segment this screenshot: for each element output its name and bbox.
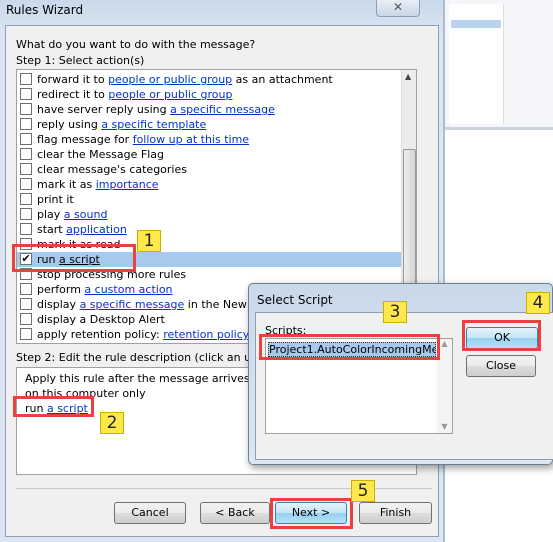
checkbox[interactable] <box>20 103 32 115</box>
action-item[interactable]: have server reply using a specific messa… <box>17 102 401 117</box>
checkbox[interactable] <box>20 328 32 340</box>
action-item[interactable]: play a sound <box>17 207 401 222</box>
checkbox[interactable] <box>20 148 32 160</box>
action-text: forward it to <box>37 73 109 86</box>
checkbox[interactable] <box>20 133 32 145</box>
action-text: reply using <box>37 118 102 131</box>
action-link[interactable]: a custom action <box>84 283 172 296</box>
checkbox[interactable] <box>20 88 32 100</box>
close-icon: ✕ <box>392 0 404 14</box>
finish-button[interactable]: Finish <box>359 502 432 524</box>
checkbox[interactable] <box>20 283 32 295</box>
action-link[interactable]: people or public group <box>108 73 232 86</box>
action-item[interactable]: clear the Message Flag <box>17 147 401 162</box>
action-item[interactable]: redirect it to people or public group <box>17 87 401 102</box>
action-text: print it <box>37 193 74 206</box>
action-text: display <box>37 298 80 311</box>
dialog-title: Select Script <box>257 293 333 307</box>
checkbox[interactable] <box>20 298 32 310</box>
window-title: Rules Wizard <box>6 3 84 17</box>
annotation-box-4 <box>462 320 541 351</box>
back-button[interactable]: < Back <box>200 502 270 524</box>
checkbox[interactable] <box>20 193 32 205</box>
checkbox[interactable] <box>20 223 32 235</box>
action-item[interactable]: reply using a specific template <box>17 117 401 132</box>
annotation-badge-5: 5 <box>351 480 375 502</box>
checkbox[interactable] <box>20 163 32 175</box>
step2-label: Step 2: Edit the rule description (click… <box>16 351 248 364</box>
action-text: as an attachment <box>232 73 333 86</box>
annotation-badge-1: 1 <box>137 230 161 252</box>
action-link[interactable]: a specific message <box>80 298 185 311</box>
action-item[interactable]: mark it as importance <box>17 177 401 192</box>
action-link[interactable]: people or public group <box>108 88 232 101</box>
action-text: play <box>37 208 64 221</box>
checkbox[interactable] <box>20 313 32 325</box>
scroll-up-icon[interactable]: ▲ <box>405 72 411 81</box>
background-window <box>445 0 553 130</box>
close-button[interactable]: ✕ <box>376 0 420 17</box>
step1-label: Step 1: Select action(s) <box>16 54 145 67</box>
action-text: redirect it to <box>37 88 109 101</box>
checkbox[interactable] <box>20 73 32 85</box>
question-label: What do you want to do with the message? <box>16 38 256 51</box>
action-text: clear the Message Flag <box>37 148 164 161</box>
action-item[interactable]: print it <box>17 192 401 207</box>
action-link[interactable]: a specific message <box>170 103 275 116</box>
action-text: flag message for <box>37 133 133 146</box>
annotation-box-5 <box>270 498 353 529</box>
action-text: have server reply using <box>37 103 171 116</box>
action-text: start <box>37 223 67 236</box>
action-item[interactable]: clear message's categories <box>17 162 401 177</box>
annotation-badge-3: 3 <box>383 301 407 323</box>
action-text: perform <box>37 283 85 296</box>
action-link[interactable]: a specific template <box>101 118 206 131</box>
action-text: apply retention policy: <box>37 328 164 341</box>
action-item[interactable]: flag message for follow up at this time <box>17 132 401 147</box>
checkbox[interactable] <box>20 208 32 220</box>
checkbox[interactable] <box>20 118 32 130</box>
checkbox[interactable] <box>20 178 32 190</box>
close-dialog-button[interactable]: Close <box>466 355 536 377</box>
action-link[interactable]: application <box>66 223 127 236</box>
action-item[interactable]: forward it to people or public group as … <box>17 72 401 87</box>
action-link[interactable]: follow up at this time <box>133 133 249 146</box>
annotation-box-3 <box>259 334 440 360</box>
action-link[interactable]: a sound <box>64 208 108 221</box>
annotation-box-2 <box>13 396 94 417</box>
action-text: clear message's categories <box>37 163 187 176</box>
cancel-button[interactable]: Cancel <box>114 502 186 524</box>
action-link[interactable]: retention policy <box>163 328 249 341</box>
action-text: mark it as <box>37 178 96 191</box>
action-link[interactable]: importance <box>96 178 159 191</box>
annotation-box-1 <box>12 244 136 272</box>
action-item[interactable]: start application <box>17 222 401 237</box>
annotation-badge-4: 4 <box>526 292 550 314</box>
action-text: display a Desktop Alert <box>37 313 165 326</box>
annotation-badge-2: 2 <box>100 412 124 434</box>
